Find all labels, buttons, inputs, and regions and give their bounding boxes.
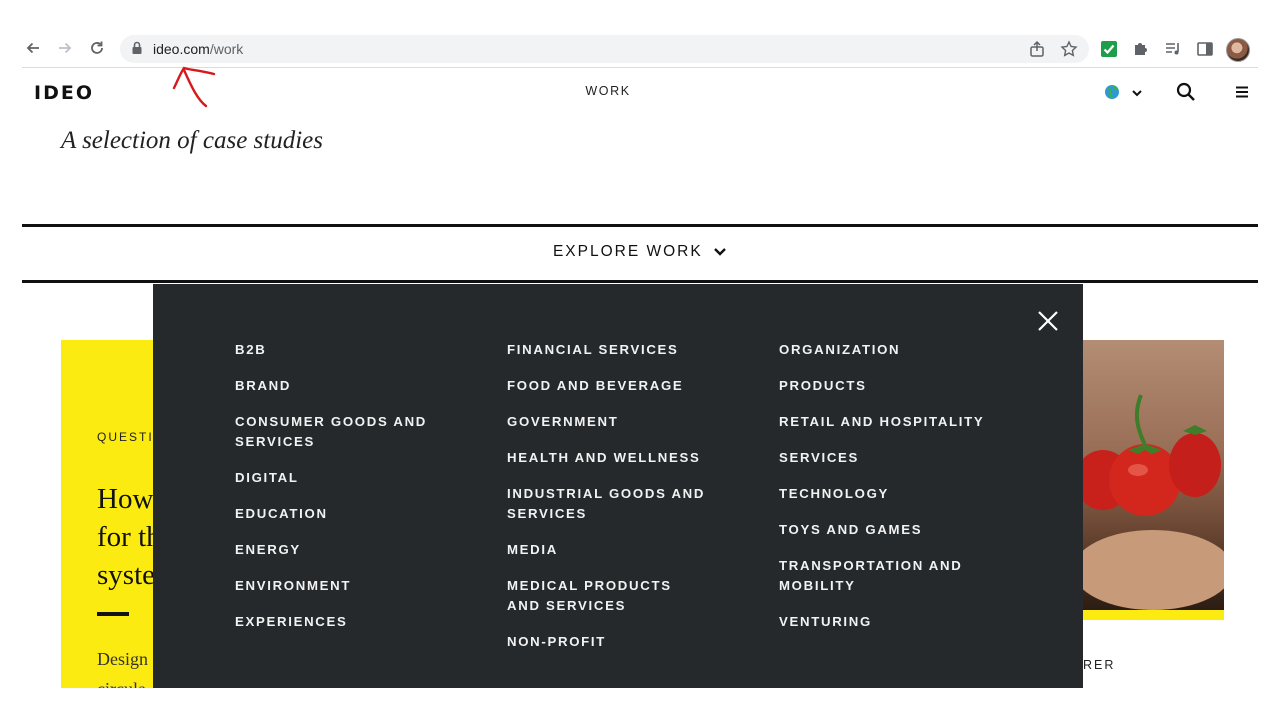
annotation-arrow (172, 66, 216, 108)
puzzle-extension-icon[interactable] (1132, 40, 1150, 63)
card-caption-fragment: RER (1083, 658, 1116, 672)
forward-arrow-icon[interactable] (53, 36, 77, 60)
share-icon[interactable] (1028, 40, 1046, 63)
card-divider (97, 612, 129, 616)
close-icon[interactable] (1036, 309, 1060, 333)
menu-item[interactable]: TECHNOLOGY (779, 484, 1019, 504)
section-title: WORK (585, 84, 631, 98)
menu-item[interactable]: GOVERNMENT (507, 412, 747, 432)
menu-item[interactable]: ENVIRONMENT (235, 576, 475, 596)
explore-work-label: EXPLORE WORK (552, 243, 703, 260)
lock-icon[interactable] (131, 41, 143, 60)
menu-item[interactable]: FINANCIAL SERVICES (507, 340, 747, 360)
card-title-line: syste (97, 559, 155, 591)
chevron-down-icon (714, 248, 726, 256)
explore-work-toggle[interactable]: EXPLORE WORK (480, 243, 800, 261)
menu-item[interactable]: ENERGY (235, 540, 475, 560)
menu-item[interactable]: RETAIL AND HOSPITALITY (779, 412, 989, 432)
menu-item[interactable]: INDUSTRIAL GOODS AND SERVICES (507, 484, 707, 524)
menu-column-2: FINANCIAL SERVICES FOOD AND BEVERAGE GOV… (507, 340, 747, 668)
menu-item[interactable]: EXPERIENCES (235, 612, 475, 632)
menu-item[interactable]: PRODUCTS (779, 376, 1019, 396)
menu-item[interactable]: NON-PROFIT (507, 632, 747, 652)
back-arrow-icon[interactable] (21, 36, 45, 60)
menu-item[interactable]: HEALTH AND WELLNESS (507, 448, 747, 468)
checkbox-extension-icon[interactable] (1100, 40, 1118, 63)
menu-item[interactable]: TOYS AND GAMES (779, 520, 1019, 540)
explore-top-rule (22, 224, 1258, 227)
menu-item[interactable]: CONSUMER GOODS AND SERVICES (235, 412, 435, 452)
menu-item[interactable]: DIGITAL (235, 468, 475, 488)
url-path: /work (209, 41, 244, 57)
menu-item[interactable]: VENTURING (779, 612, 1019, 632)
menu-item[interactable]: MEDIA (507, 540, 747, 560)
media-list-icon[interactable] (1164, 40, 1182, 63)
tomatoes-in-hands-image (1083, 394, 1224, 610)
menu-column-1: B2B BRAND CONSUMER GOODS AND SERVICES DI… (235, 340, 475, 648)
side-panel-icon[interactable] (1196, 40, 1214, 63)
menu-item[interactable]: TRANSPORTATION AND MOBILITY (779, 556, 979, 596)
card-desc-line: circula (97, 674, 148, 688)
photo-accent-bar (1083, 610, 1224, 620)
menu-item[interactable]: SERVICES (779, 448, 1019, 468)
card-title-line: How (97, 483, 154, 515)
case-study-card[interactable]: QUESTIO How for th syste Design circula (61, 340, 161, 688)
url-text[interactable]: ideo.com/work (153, 40, 243, 58)
menu-item[interactable]: EDUCATION (235, 504, 475, 524)
address-bar[interactable] (120, 35, 1089, 63)
star-icon[interactable] (1060, 40, 1078, 63)
menu-item[interactable]: ORGANIZATION (779, 340, 1019, 360)
globe-icon[interactable] (1104, 84, 1120, 105)
menu-icon[interactable] (1234, 84, 1250, 105)
menu-item[interactable]: B2B (235, 340, 475, 360)
card-desc-line: Design (97, 649, 148, 669)
menu-item[interactable]: MEDICAL PRODUCTS AND SERVICES (507, 576, 707, 616)
page-intro: A selection of case studies (61, 127, 323, 154)
card-eyebrow: QUESTIO (97, 430, 161, 444)
url-host: ideo.com (153, 41, 210, 57)
site-logo[interactable]: IDEO (34, 82, 94, 104)
profile-avatar[interactable] (1226, 38, 1250, 62)
menu-item[interactable]: BRAND (235, 376, 475, 396)
card-title: How for th syste (97, 480, 161, 594)
card-description: Design circula (97, 644, 148, 688)
search-icon[interactable] (1176, 82, 1196, 107)
tomato-photo[interactable] (1083, 340, 1224, 610)
menu-column-3: ORGANIZATION PRODUCTS RETAIL AND HOSPITA… (779, 340, 1019, 648)
menu-item[interactable]: FOOD AND BEVERAGE (507, 376, 747, 396)
reload-icon[interactable] (85, 36, 109, 60)
card-title-line: for th (97, 521, 161, 553)
chevron-down-icon[interactable] (1130, 86, 1144, 104)
explore-bottom-rule (22, 280, 1258, 283)
